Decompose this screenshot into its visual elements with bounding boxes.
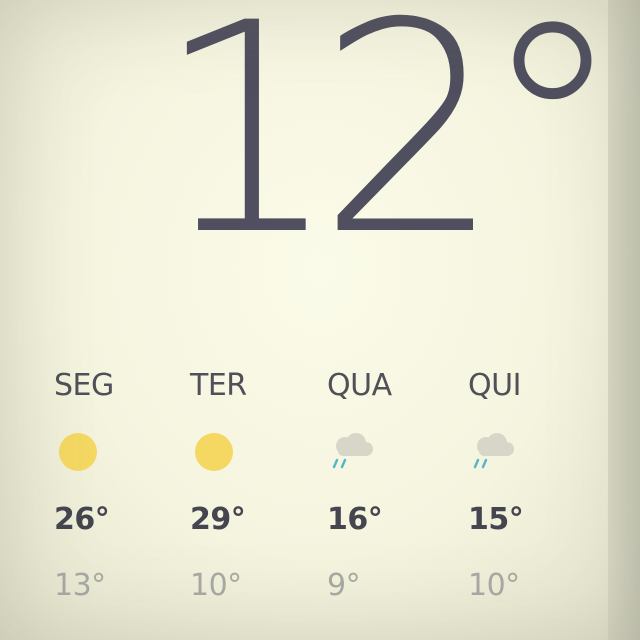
day-label: TER <box>190 368 247 403</box>
current-temperature: 12° <box>155 0 625 299</box>
rain-cloud-icon <box>329 430 377 474</box>
high-temperature: 16° <box>327 502 383 537</box>
low-temperature: 10° <box>468 568 520 603</box>
high-temperature: 15° <box>468 502 524 537</box>
rain-cloud-icon <box>470 430 518 474</box>
forecast-day-qui[interactable]: QUI 15° 10° <box>468 360 598 640</box>
side-panel-edge <box>608 0 640 640</box>
forecast-day-qua[interactable]: QUA 16° 9° <box>327 360 457 640</box>
sun-icon <box>192 430 240 474</box>
low-temperature: 13° <box>54 568 106 603</box>
day-label: QUA <box>327 368 392 403</box>
forecast-day-seg[interactable]: SEG 26° 13° <box>54 360 184 640</box>
sun-icon <box>56 430 104 474</box>
day-label: QUI <box>468 368 521 403</box>
low-temperature: 10° <box>190 568 242 603</box>
low-temperature: 9° <box>327 568 361 603</box>
day-label: SEG <box>54 368 114 403</box>
high-temperature: 29° <box>190 502 246 537</box>
high-temperature: 26° <box>54 502 110 537</box>
forecast-row: SEG 26° 13° TER 29° 10° QUA 16° 9° QUI 1… <box>0 360 608 640</box>
forecast-day-ter[interactable]: TER 29° 10° <box>190 360 320 640</box>
